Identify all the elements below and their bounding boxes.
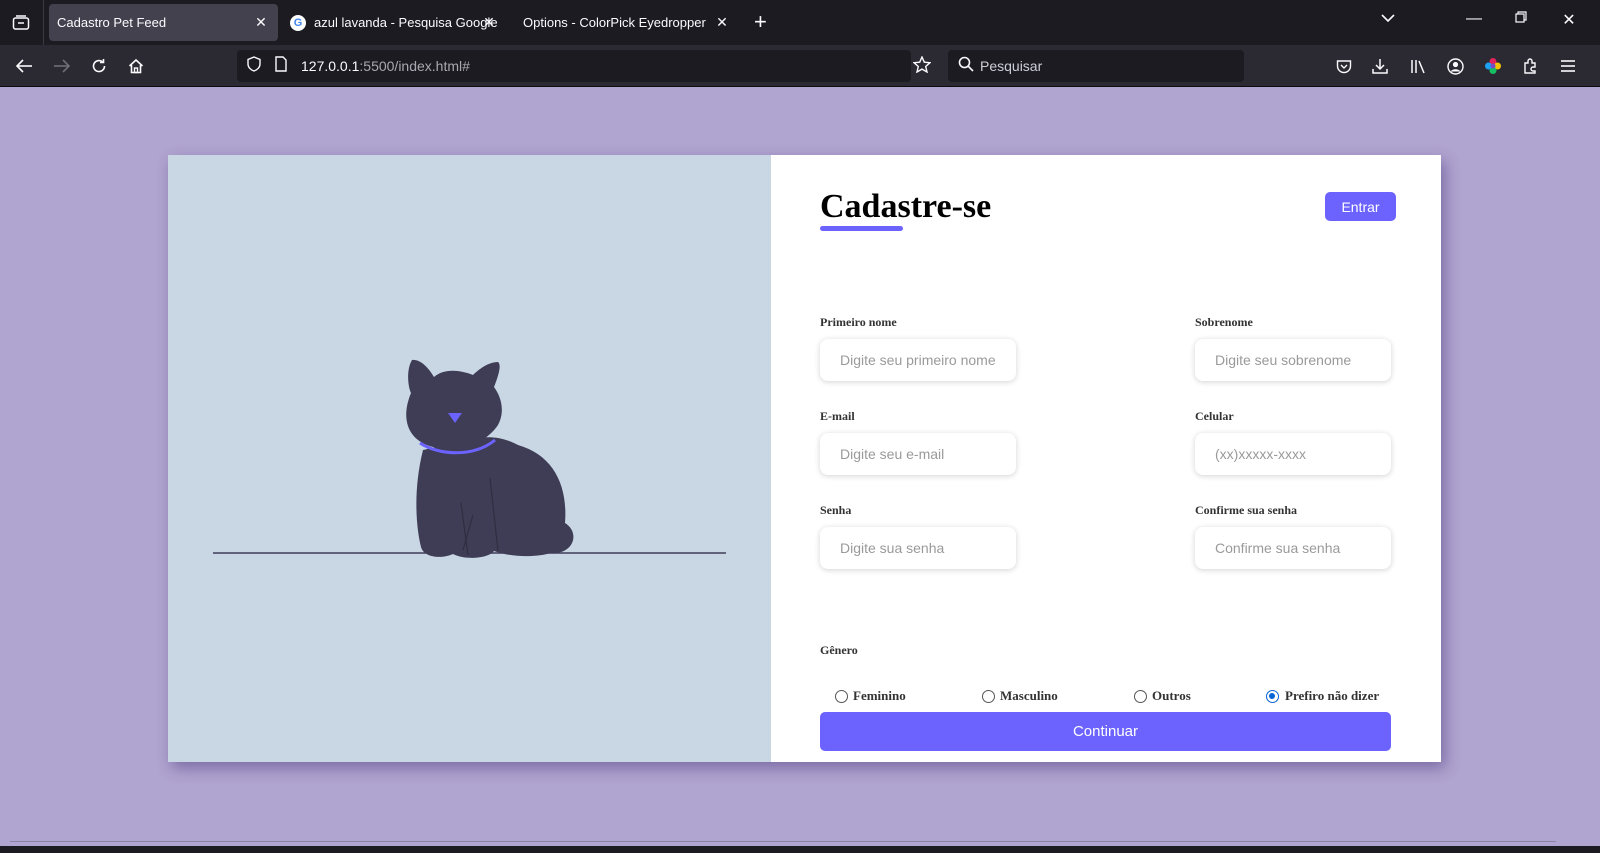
- title-underline: [820, 226, 903, 231]
- tab-cadastro-pet-feed[interactable]: Cadastro Pet Feed ✕: [49, 4, 278, 41]
- back-arrow-icon[interactable]: [10, 53, 38, 79]
- confirm-password-input[interactable]: [1195, 527, 1391, 569]
- tab-title: Options - ColorPick Eyedropper: [523, 15, 706, 30]
- close-icon[interactable]: ✕: [713, 13, 731, 31]
- home-icon[interactable]: [122, 53, 150, 79]
- navigation-bar: 127.0.0.1:5500/index.html# Pesquisar: [0, 45, 1600, 87]
- last-name-input[interactable]: [1195, 339, 1391, 381]
- menu-icon[interactable]: [1556, 55, 1580, 77]
- restore-icon[interactable]: [1509, 10, 1533, 28]
- email-input[interactable]: [820, 433, 1016, 475]
- search-bar[interactable]: Pesquisar: [948, 50, 1244, 82]
- close-icon[interactable]: ✕: [252, 13, 270, 31]
- url-path: :5500/index.html#: [359, 58, 470, 74]
- search-placeholder: Pesquisar: [980, 58, 1043, 74]
- pocket-icon[interactable]: [1332, 55, 1356, 77]
- login-button[interactable]: Entrar: [1325, 192, 1396, 221]
- taskbar-strip: [0, 846, 1600, 853]
- download-icon[interactable]: [1368, 55, 1392, 77]
- first-name-input[interactable]: [820, 339, 1016, 381]
- account-icon[interactable]: [1443, 55, 1467, 77]
- last-name-label: Sobrenome: [1195, 315, 1253, 329]
- radio-label-feminino[interactable]: Feminino: [853, 688, 906, 704]
- url-text[interactable]: 127.0.0.1:5500/index.html#: [301, 58, 470, 74]
- confirm-password-label: Confirme sua senha: [1195, 503, 1298, 517]
- reload-icon[interactable]: [85, 53, 113, 79]
- radio-feminino[interactable]: [835, 690, 848, 703]
- illustration-panel: [168, 155, 771, 762]
- address-bar[interactable]: 127.0.0.1:5500/index.html#: [237, 50, 932, 82]
- google-icon: G: [290, 14, 306, 31]
- tab-colorpick-options[interactable]: Options - ColorPick Eyedropper ✕: [515, 4, 739, 41]
- radio-label-prefiro-nao-dizer[interactable]: Prefiro não dizer: [1285, 688, 1379, 704]
- page-icon[interactable]: [275, 56, 287, 76]
- signup-card: Cadastre-se Entrar Primeiro nome Sobreno…: [168, 155, 1441, 762]
- page-title: Cadastre-se: [820, 188, 992, 225]
- new-tab-icon[interactable]: +: [754, 11, 767, 33]
- password-label: Senha: [820, 503, 852, 517]
- continue-button[interactable]: Continuar: [820, 712, 1391, 751]
- forward-arrow-icon[interactable]: [48, 53, 76, 79]
- radio-outros[interactable]: [1134, 690, 1147, 703]
- gender-label: Gênero: [820, 643, 858, 657]
- tab-list-icon[interactable]: [8, 10, 34, 36]
- window-close-icon[interactable]: ✕: [1557, 10, 1581, 30]
- phone-label: Celular: [1195, 409, 1234, 423]
- tab-title: Cadastro Pet Feed: [57, 15, 167, 30]
- chevron-down-icon[interactable]: [1376, 10, 1400, 28]
- radio-label-outros[interactable]: Outros: [1152, 688, 1191, 704]
- close-icon[interactable]: ✕: [480, 13, 498, 31]
- minimize-icon[interactable]: —: [1462, 10, 1486, 28]
- horizontal-scrollbar[interactable]: [10, 841, 1556, 842]
- phone-input[interactable]: [1195, 433, 1391, 475]
- url-host: 127.0.0.1: [301, 58, 360, 74]
- first-name-label: Primeiro nome: [820, 315, 897, 329]
- search-icon: [958, 56, 974, 76]
- radio-label-masculino[interactable]: Masculino: [1000, 688, 1058, 704]
- star-icon[interactable]: [912, 55, 932, 77]
- colorpick-eyedropper-icon[interactable]: [1481, 55, 1505, 77]
- cat-illustration: [213, 359, 726, 558]
- signup-form: Cadastre-se Entrar Primeiro nome Sobreno…: [771, 155, 1441, 762]
- tab-bar: Cadastro Pet Feed ✕ G azul lavanda - Pes…: [0, 0, 1600, 45]
- radio-prefiro-nao-dizer[interactable]: [1266, 690, 1279, 703]
- email-label: E-mail: [820, 409, 855, 423]
- extensions-icon[interactable]: [1518, 55, 1542, 77]
- library-icon[interactable]: [1406, 55, 1430, 77]
- page-scrollbar[interactable]: [1590, 87, 1600, 853]
- tab-separator: [43, 0, 44, 45]
- password-input[interactable]: [820, 527, 1016, 569]
- radio-masculino[interactable]: [982, 690, 995, 703]
- tab-azul-lavanda[interactable]: G azul lavanda - Pesquisa Google ✕: [282, 4, 506, 41]
- shield-icon[interactable]: [247, 56, 261, 76]
- tab-title: azul lavanda - Pesquisa Google: [314, 15, 498, 30]
